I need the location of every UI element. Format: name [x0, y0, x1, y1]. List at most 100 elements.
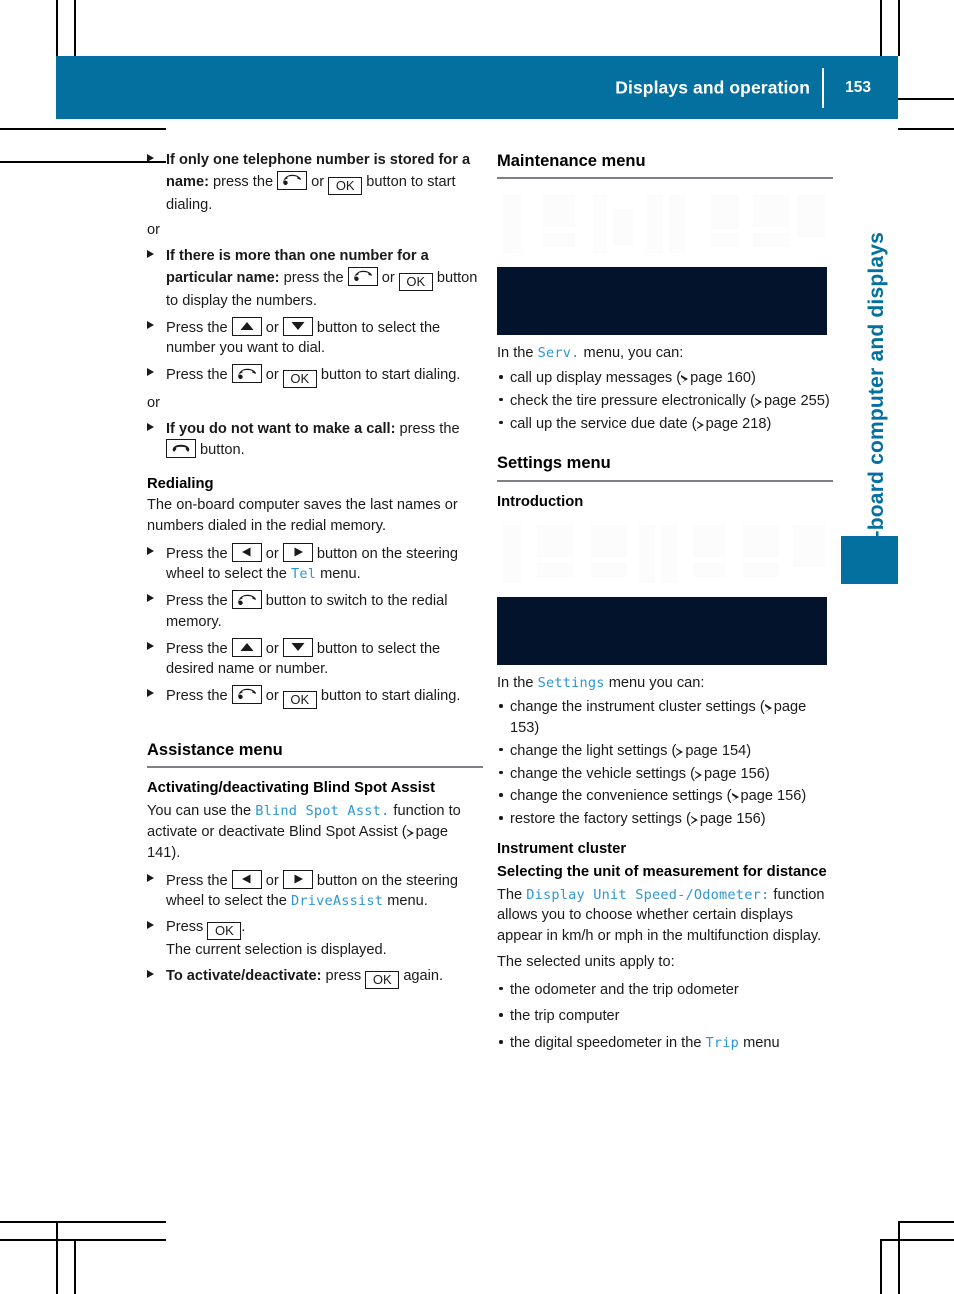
arrow-right-icon[interactable] — [282, 869, 313, 889]
step-bullet-icon — [147, 688, 154, 697]
page-reference[interactable]: page 156 — [700, 811, 761, 827]
step-text: or — [307, 173, 329, 190]
crop-mark-tr-v1 — [880, 0, 882, 56]
step-text: or — [377, 269, 399, 286]
page-reference[interactable]: page 156 — [741, 788, 802, 804]
step-text: . — [241, 918, 246, 935]
list-item: change the instrument cluster settings (… — [497, 697, 833, 738]
page-reference[interactable]: page 156 — [704, 766, 765, 782]
settings-menu-heading: Settings menu — [497, 454, 611, 473]
step-bullet-icon — [147, 920, 154, 929]
arrow-left-icon[interactable] — [231, 542, 262, 562]
arrow-down-icon[interactable] — [282, 316, 313, 336]
serv-menu-bullet-list: call up display messages (page 160) chec… — [497, 368, 833, 434]
crop-mark-bl-h1 — [0, 1221, 166, 1223]
left-column: If only one telephone number is stored f… — [147, 150, 483, 994]
intro-text: menu, you can: — [579, 345, 684, 362]
ok-button-key[interactable]: OK — [398, 272, 433, 291]
ok-button-key[interactable]: OK — [282, 370, 317, 389]
chapter-tab-label: On-board computer and displays — [865, 231, 888, 567]
phone-receiver-icon[interactable] — [277, 170, 308, 190]
phone-receiver-icon[interactable] — [231, 364, 262, 384]
ok-button-key[interactable]: OK — [282, 690, 317, 709]
page-reference-icon — [754, 397, 762, 406]
list-item-text: ) — [801, 788, 807, 805]
ok-button-key[interactable]: OK — [207, 921, 242, 940]
ok-button-key[interactable]: OK — [365, 970, 400, 989]
step-bullet-icon — [147, 873, 154, 882]
display-term-trip: Trip — [705, 1035, 740, 1052]
phone-hangup-icon[interactable] — [166, 439, 196, 459]
figure-upper-area — [497, 189, 827, 268]
list-item: call up the service due date (page 218) — [497, 414, 833, 435]
right-column: Maintenance menu In the Serv. menu, you … — [497, 150, 833, 1060]
crop-mark-br-v2 — [880, 1239, 882, 1294]
step-bullet-icon — [147, 641, 154, 650]
step-text: again. — [399, 967, 444, 984]
page-reference[interactable]: page 160 — [690, 370, 751, 386]
serv-menu-intro: In the Serv. menu, you can: — [497, 343, 833, 364]
page-reference-icon — [681, 375, 689, 384]
list-item-text: ) — [760, 811, 766, 828]
list-item: the trip computer — [497, 1006, 833, 1027]
body-text: The — [497, 886, 527, 903]
page-reference-icon — [694, 770, 702, 779]
header-divider — [822, 68, 824, 108]
crop-mark-tl-v2 — [74, 0, 76, 56]
step-bullet-icon — [147, 320, 154, 329]
maintenance-menu-rule — [497, 177, 833, 180]
crop-mark-tl-h2 — [0, 128, 166, 130]
step-bullet-icon — [147, 422, 154, 431]
step-text: Press the — [166, 593, 232, 610]
phone-receiver-icon[interactable] — [231, 590, 262, 610]
step-text: press — [321, 967, 366, 984]
arrow-up-icon[interactable] — [231, 316, 262, 336]
list-item-text: change the vehicle settings ( — [510, 765, 695, 782]
crop-mark-bl-h2 — [0, 1239, 166, 1241]
step-item: Press the button to switch to the redial… — [147, 590, 483, 632]
bullet-dot-icon — [499, 704, 503, 709]
page-reference[interactable]: page 154 — [685, 743, 746, 759]
step-text: Press the — [166, 545, 232, 562]
page-title: Displays and operation — [615, 77, 810, 97]
step-text: menu. — [383, 893, 428, 910]
page-reference-icon — [731, 793, 739, 802]
settings-menu-display-figure — [497, 518, 833, 665]
display-term-blind-spot-asst: Blind Spot Asst. — [255, 803, 390, 820]
bullet-dot-icon — [499, 986, 503, 991]
blind-spot-intro: You can use the Blind Spot Asst. functio… — [147, 801, 483, 863]
bullet-dot-icon — [499, 793, 503, 797]
step-bullet-icon — [147, 546, 154, 555]
list-item: change the light settings (page 154) — [497, 741, 833, 762]
page-reference[interactable]: page 218 — [706, 416, 767, 432]
arrow-right-icon[interactable] — [282, 542, 313, 562]
list-item-text: the digital speedometer in the — [510, 1035, 706, 1052]
page-number: 153 — [845, 78, 871, 96]
phone-receiver-icon[interactable] — [347, 266, 378, 286]
step-note: The current selection is displayed. — [166, 941, 387, 958]
step-text: or — [261, 367, 283, 384]
figure-display-screen — [497, 267, 827, 336]
bullet-dot-icon — [499, 397, 503, 402]
step-bold-label: To activate/deactivate: — [166, 967, 322, 984]
step-bullet-icon — [147, 594, 154, 603]
bullet-dot-icon — [499, 375, 503, 379]
arrow-down-icon[interactable] — [282, 637, 313, 657]
list-item: check the tire pressure electronically (… — [497, 391, 833, 412]
arrow-up-icon[interactable] — [231, 637, 262, 657]
ok-button-key[interactable]: OK — [328, 176, 363, 195]
settings-menu-rule — [497, 479, 833, 482]
step-text: or — [261, 545, 283, 562]
step-item: Press the or button on the steering whee… — [147, 869, 483, 912]
figure-display-screen — [497, 596, 827, 665]
step-bold-label: If you do not want to make a call: — [166, 420, 396, 437]
display-term-settings: Settings — [537, 674, 605, 691]
step-item: Press OK. The current selection is displ… — [147, 917, 483, 961]
phone-receiver-icon[interactable] — [231, 684, 262, 704]
crop-mark-br-h1 — [898, 1221, 954, 1223]
step-text: Press the — [166, 687, 232, 704]
step-bullet-icon — [147, 969, 154, 978]
list-item: the odometer and the trip odometer — [497, 980, 833, 1001]
page-reference[interactable]: page 255 — [764, 393, 825, 409]
arrow-left-icon[interactable] — [231, 869, 262, 889]
